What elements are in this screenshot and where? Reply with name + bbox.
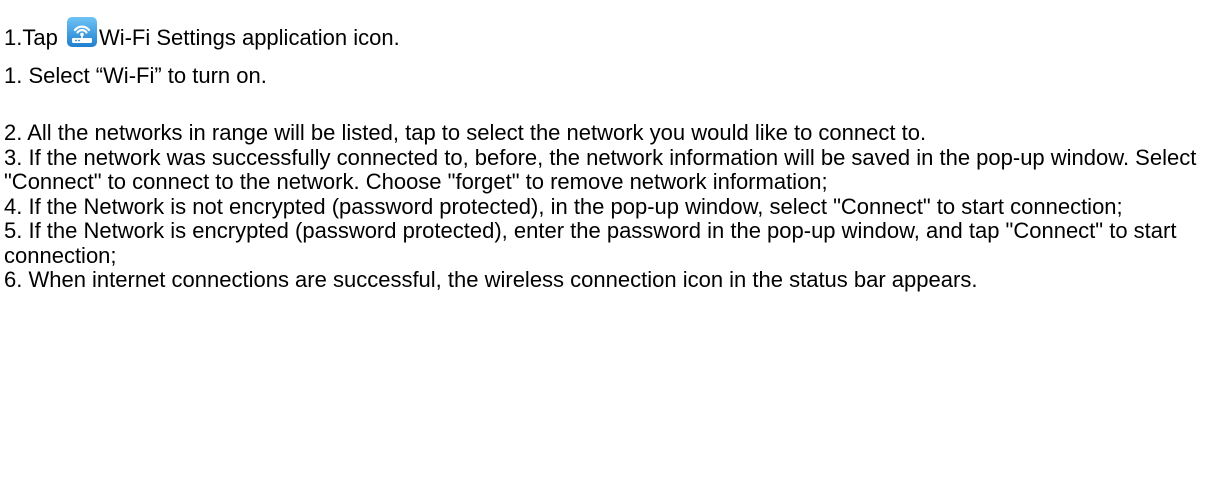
- instruction-document: 1.Tap Wi-Fi Settings application icon. 1…: [0, 0, 1231, 495]
- step-select-wifi: 1. Select “Wi-Fi” to turn on.: [4, 63, 267, 88]
- step-item: 6. When internet connections are success…: [4, 267, 978, 292]
- step-item: 4. If the Network is not encrypted (pass…: [4, 193, 1123, 219]
- step-item: 2. All the networks in range will be lis…: [4, 120, 927, 145]
- wifi-settings-app-icon: [66, 16, 98, 48]
- step-item: 5. If the Network is encrypted (password…: [4, 218, 1177, 268]
- steps-list: 2. All the networks in range will be lis…: [4, 120, 1226, 293]
- step-item: 3. If the network was successfully conne…: [4, 144, 1197, 194]
- step-tap-suffix: Wi-Fi Settings application icon.: [98, 24, 400, 50]
- step-tap-wifi-settings: 1.Tap Wi-Fi Settings application icon.: [4, 14, 400, 50]
- step-tap-prefix: 1.Tap: [4, 24, 64, 50]
